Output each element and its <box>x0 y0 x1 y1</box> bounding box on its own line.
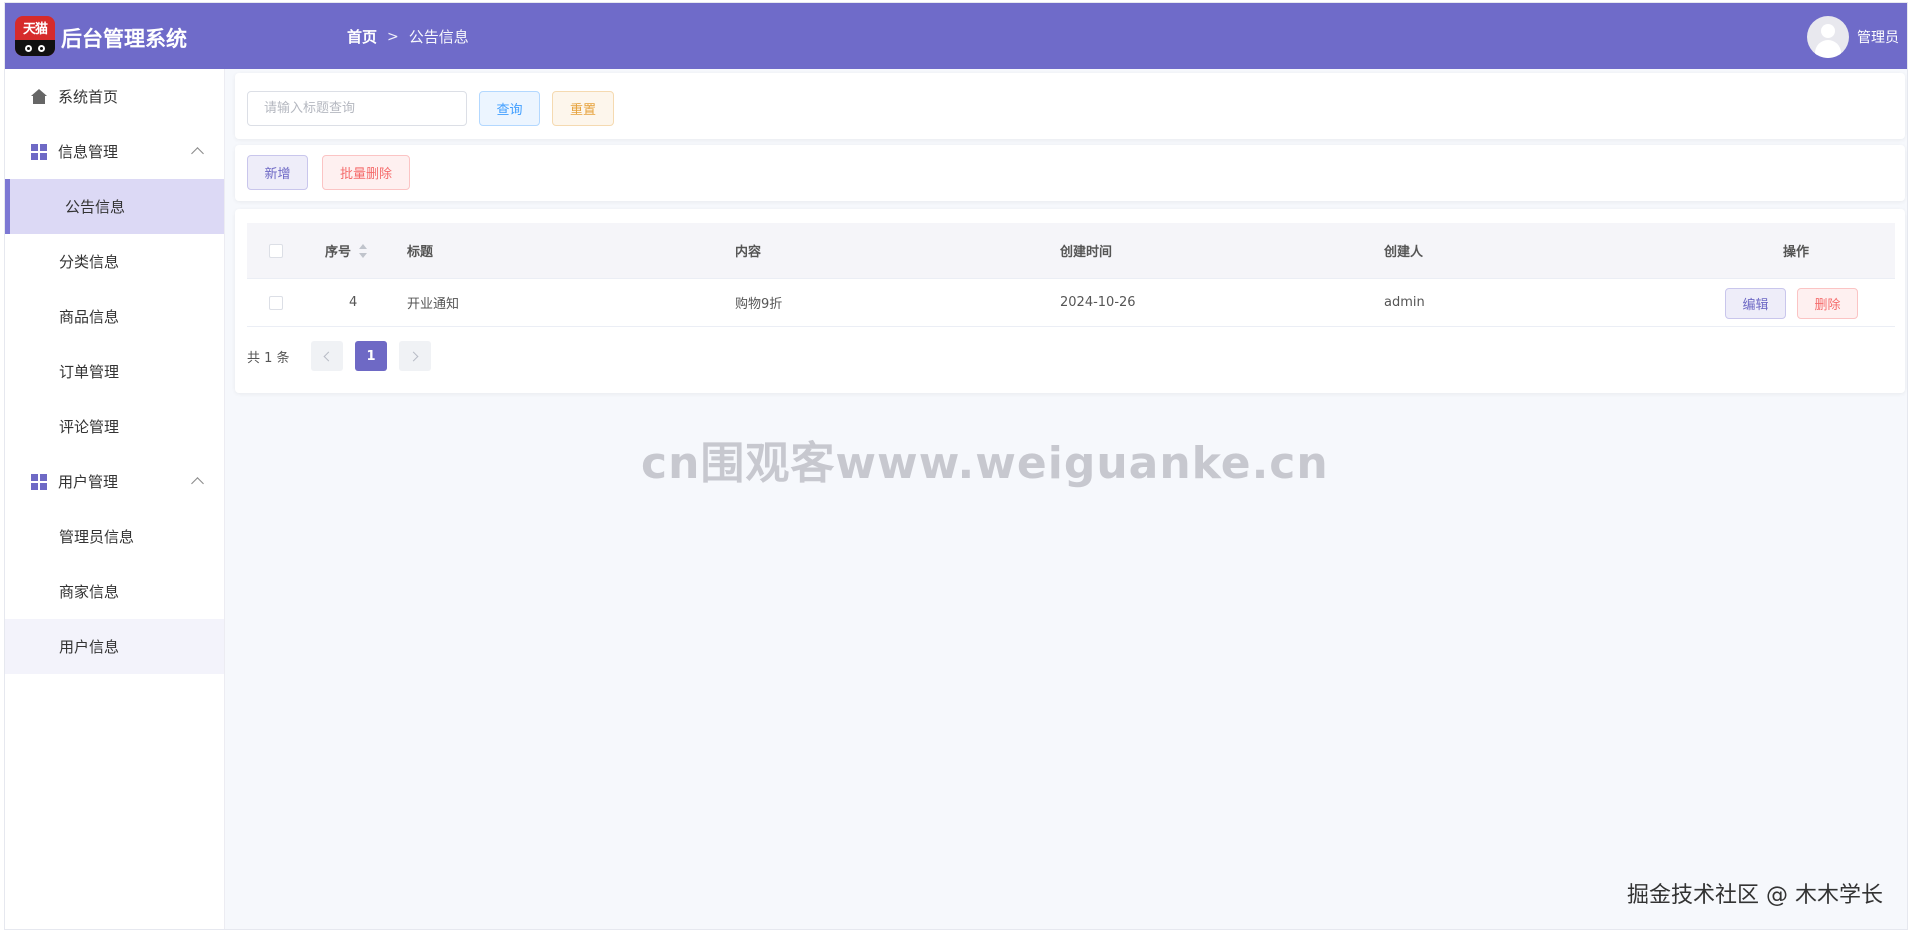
edit-button[interactable]: 编辑 <box>1725 288 1786 319</box>
user-name[interactable]: 管理员 <box>1857 27 1899 47</box>
query-button[interactable]: 查询 <box>479 91 540 126</box>
sidebar-item-announcements[interactable]: 公告信息 <box>5 179 224 234</box>
grid-icon <box>31 474 47 490</box>
table-row: 4 开业通知 购物9折 2024-10-26 admin 编辑 删除 <box>247 279 1895 327</box>
sidebar-item-label: 订单管理 <box>59 363 120 381</box>
sidebar-item-categories[interactable]: 分类信息 <box>5 234 224 289</box>
breadcrumb-current: 公告信息 <box>408 28 469 46</box>
row-content: 购物9折 <box>735 297 783 312</box>
watermark: cn围观客www.weiguanke.cn <box>641 438 1329 489</box>
column-header-creator: 创建人 <box>1384 245 1424 260</box>
chevron-up-icon <box>191 477 204 490</box>
sidebar-group-label: 用户管理 <box>58 473 119 491</box>
add-button[interactable]: 新增 <box>247 155 308 190</box>
sort-icon[interactable] <box>359 243 368 258</box>
sidebar-item-merchants[interactable]: 商家信息 <box>5 564 224 619</box>
chevron-left-icon <box>323 351 334 361</box>
row-title: 开业通知 <box>407 297 460 312</box>
pagination: 共 1 条 1 <box>247 341 443 371</box>
column-header-title: 标题 <box>407 245 434 260</box>
sidebar-item-users[interactable]: 用户信息 <box>5 619 224 674</box>
logo-text: 天猫 <box>22 22 48 37</box>
sidebar-item-home[interactable]: 系统首页 <box>5 69 224 124</box>
avatar[interactable] <box>1807 16 1849 58</box>
sidebar-item-label: 评论管理 <box>59 418 120 436</box>
sidebar-item-label: 公告信息 <box>65 198 126 216</box>
page-number[interactable]: 1 <box>355 341 387 371</box>
chevron-up-icon <box>191 147 204 160</box>
breadcrumb-separator-icon: > <box>387 28 399 45</box>
batch-delete-button[interactable]: 批量删除 <box>322 155 410 190</box>
column-header-content: 内容 <box>735 245 762 260</box>
sidebar-group-user-management[interactable]: 用户管理 <box>5 454 224 509</box>
sidebar-item-label: 系统首页 <box>58 88 119 106</box>
breadcrumb-home[interactable]: 首页 <box>347 26 377 47</box>
user-menu[interactable]: 管理员 <box>1807 16 1899 58</box>
sidebar-group-label: 信息管理 <box>58 143 119 161</box>
tmall-logo-icon: 天猫 <box>15 16 55 56</box>
title-search-input[interactable] <box>247 91 467 126</box>
column-header-created-at: 创建时间 <box>1060 245 1113 260</box>
chevron-right-icon <box>408 351 419 361</box>
row-checkbox[interactable] <box>269 279 283 326</box>
prev-page-button[interactable] <box>311 341 343 371</box>
sidebar-item-admins[interactable]: 管理员信息 <box>5 509 224 564</box>
table-panel: 序号 标题 内容 创建时间 创建人 操作 4 开业通知 购物9折 2024-10… <box>235 209 1905 393</box>
sidebar-group-info-management[interactable]: 信息管理 <box>5 124 224 179</box>
reset-button[interactable]: 重置 <box>552 91 614 126</box>
home-icon <box>31 89 47 105</box>
row-index: 4 <box>349 295 358 310</box>
row-created-at: 2024-10-26 <box>1060 295 1136 310</box>
grid-icon <box>31 144 47 160</box>
breadcrumb: 首页 > 公告信息 <box>347 26 469 47</box>
column-header-index[interactable]: 序号 <box>325 223 368 278</box>
toolbar-panel: 新增 批量删除 <box>235 145 1905 201</box>
delete-button[interactable]: 删除 <box>1797 288 1858 319</box>
search-panel: 查询 重置 <box>235 73 1905 139</box>
sidebar-item-label: 分类信息 <box>59 253 120 271</box>
column-header-actions: 操作 <box>1783 245 1810 260</box>
total-count: 共 1 条 <box>247 350 290 366</box>
column-label: 序号 <box>325 245 352 260</box>
table-header: 序号 标题 内容 创建时间 创建人 操作 <box>247 223 1895 279</box>
sidebar-item-comments[interactable]: 评论管理 <box>5 399 224 454</box>
sidebar-item-products[interactable]: 商品信息 <box>5 289 224 344</box>
sidebar: 系统首页 信息管理 公告信息 分类信息 商品信息 订单管理 评论管理 用户管理 … <box>5 69 225 929</box>
sidebar-item-label: 管理员信息 <box>59 528 135 546</box>
sidebar-item-label: 用户信息 <box>59 638 120 656</box>
next-page-button[interactable] <box>399 341 431 371</box>
app-frame: 天猫 后台管理系统 首页 > 公告信息 管理员 系统首页 信息管理 公告信息 分… <box>4 2 1908 930</box>
credit-text: 掘金技术社区 @ 木木学长 <box>1627 883 1883 908</box>
app-title: 后台管理系统 <box>61 27 187 51</box>
sidebar-item-orders[interactable]: 订单管理 <box>5 344 224 399</box>
row-creator: admin <box>1384 295 1425 310</box>
select-all-checkbox[interactable] <box>269 223 283 278</box>
top-header: 天猫 后台管理系统 首页 > 公告信息 管理员 <box>5 3 1907 69</box>
sidebar-item-label: 商家信息 <box>59 583 120 601</box>
sidebar-item-label: 商品信息 <box>59 308 120 326</box>
